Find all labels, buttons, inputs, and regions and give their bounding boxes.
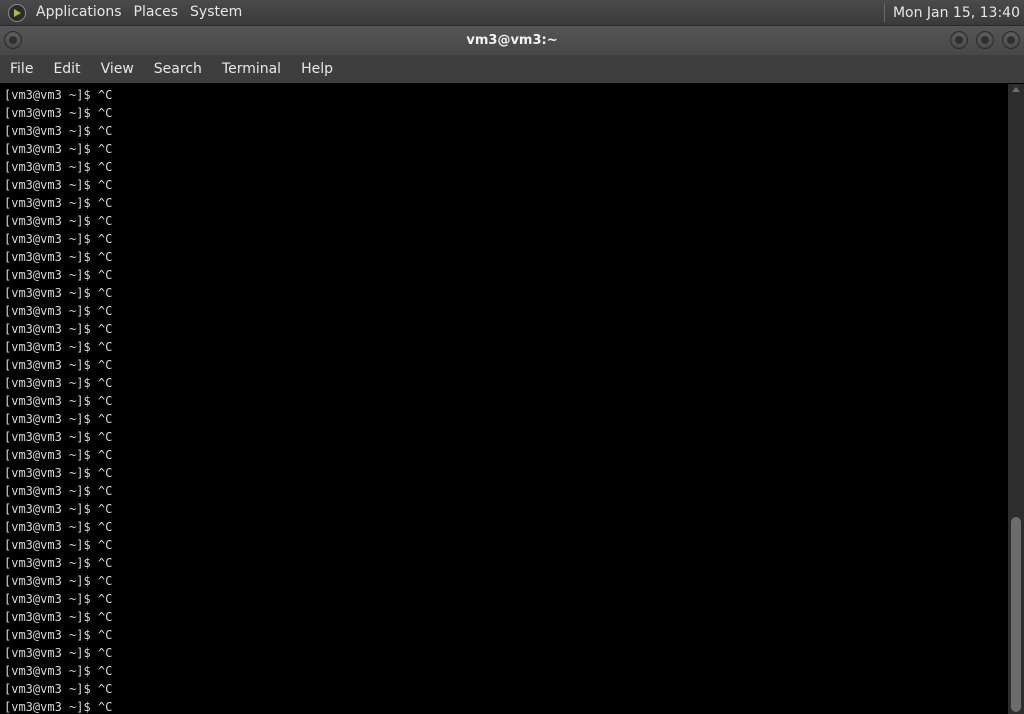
terminal-line: [vm3@vm3 ~]$ ^C: [4, 160, 113, 174]
terminal-line: [vm3@vm3 ~]$ ^C: [4, 88, 113, 102]
terminal-line: [vm3@vm3 ~]$ ^C: [4, 574, 113, 588]
terminal-line: [vm3@vm3 ~]$ ^C: [4, 664, 113, 678]
terminal-line: [vm3@vm3 ~]$ ^C: [4, 106, 113, 120]
terminal-line: [vm3@vm3 ~]$ ^C: [4, 412, 113, 426]
panel-clock-area[interactable]: Mon Jan 15, 13:40: [883, 3, 1024, 22]
minimize-button[interactable]: [950, 31, 968, 49]
terminal-line: [vm3@vm3 ~]$ ^C: [4, 358, 113, 372]
terminal-line: [vm3@vm3 ~]$ ^C: [4, 628, 113, 642]
panel-menu-places[interactable]: Places: [128, 0, 185, 25]
terminal-line: [vm3@vm3 ~]$ ^C: [4, 250, 113, 264]
terminal-line: [vm3@vm3 ~]$ ^C: [4, 286, 113, 300]
terminal-scrollbar[interactable]: [1008, 84, 1024, 714]
terminal-line: [vm3@vm3 ~]$ ^C: [4, 610, 113, 624]
terminal-line: [vm3@vm3 ~]$ ^C: [4, 592, 113, 606]
terminal-line: [vm3@vm3 ~]$ ^C: [4, 520, 113, 534]
terminal-line: [vm3@vm3 ~]$ ^C: [4, 502, 113, 516]
terminal-line: [vm3@vm3 ~]$ ^C: [4, 484, 113, 498]
window-title: vm3@vm3:~: [466, 33, 558, 48]
terminal-line: [vm3@vm3 ~]$ ^C: [4, 448, 113, 462]
terminal-line: [vm3@vm3 ~]$ ^C: [4, 538, 113, 552]
play-icon: [14, 8, 21, 17]
terminal-line: [vm3@vm3 ~]$ ^C: [4, 700, 113, 714]
terminal-line: [vm3@vm3 ~]$ ^C: [4, 682, 113, 696]
terminal-line: [vm3@vm3 ~]$ ^C: [4, 376, 113, 390]
menu-help[interactable]: Help: [291, 55, 343, 83]
terminal-line: [vm3@vm3 ~]$ ^C: [4, 232, 113, 246]
terminal-line: [vm3@vm3 ~]$ ^C: [4, 430, 113, 444]
window-titlebar[interactable]: vm3@vm3:~: [0, 26, 1024, 55]
top-panel: Applications Places System Mon Jan 15, 1…: [0, 0, 1024, 26]
panel-menu-applications[interactable]: Applications: [30, 0, 128, 25]
terminal-line: [vm3@vm3 ~]$ ^C: [4, 304, 113, 318]
terminal-line: [vm3@vm3 ~]$ ^C: [4, 214, 113, 228]
terminal-line: [vm3@vm3 ~]$ ^C: [4, 466, 113, 480]
menu-terminal[interactable]: Terminal: [212, 55, 291, 83]
menu-search[interactable]: Search: [144, 55, 212, 83]
terminal-line: [vm3@vm3 ~]$ ^C: [4, 178, 113, 192]
menu-file[interactable]: File: [0, 55, 43, 83]
close-button[interactable]: [1002, 31, 1020, 49]
terminal-line: [vm3@vm3 ~]$ ^C: [4, 196, 113, 210]
terminal-output[interactable]: [vm3@vm3 ~]$ ^C [vm3@vm3 ~]$ ^C [vm3@vm3 ~…: [0, 84, 1008, 714]
terminal-line: [vm3@vm3 ~]$ ^C: [4, 394, 113, 408]
terminal-line: [vm3@vm3 ~]$ ^C: [4, 340, 113, 354]
scroll-up-arrow-icon[interactable]: [1012, 87, 1020, 92]
app-menu-logo-icon[interactable]: [8, 3, 26, 22]
panel-menu-system[interactable]: System: [184, 0, 248, 25]
terminal-line: [vm3@vm3 ~]$ ^C: [4, 268, 113, 282]
terminal-line: [vm3@vm3 ~]$ ^C: [4, 556, 113, 570]
window-menu-button[interactable]: [4, 31, 22, 49]
panel-separator: [883, 3, 885, 22]
terminal-line: [vm3@vm3 ~]$ ^C: [4, 322, 113, 336]
terminal-menubar: File Edit View Search Terminal Help: [0, 55, 1024, 83]
terminal-line: [vm3@vm3 ~]$ ^C: [4, 124, 113, 138]
terminal-line: [vm3@vm3 ~]$ ^C: [4, 142, 113, 156]
maximize-button[interactable]: [976, 31, 994, 49]
terminal-lines: [vm3@vm3 ~]$ ^C [vm3@vm3 ~]$ ^C [vm3@vm3 ~…: [0, 84, 1008, 714]
terminal-line: [vm3@vm3 ~]$ ^C: [4, 646, 113, 660]
scroll-thumb[interactable]: [1011, 517, 1021, 712]
panel-clock[interactable]: Mon Jan 15, 13:40: [893, 5, 1020, 21]
menu-view[interactable]: View: [91, 55, 144, 83]
menu-edit[interactable]: Edit: [43, 55, 90, 83]
